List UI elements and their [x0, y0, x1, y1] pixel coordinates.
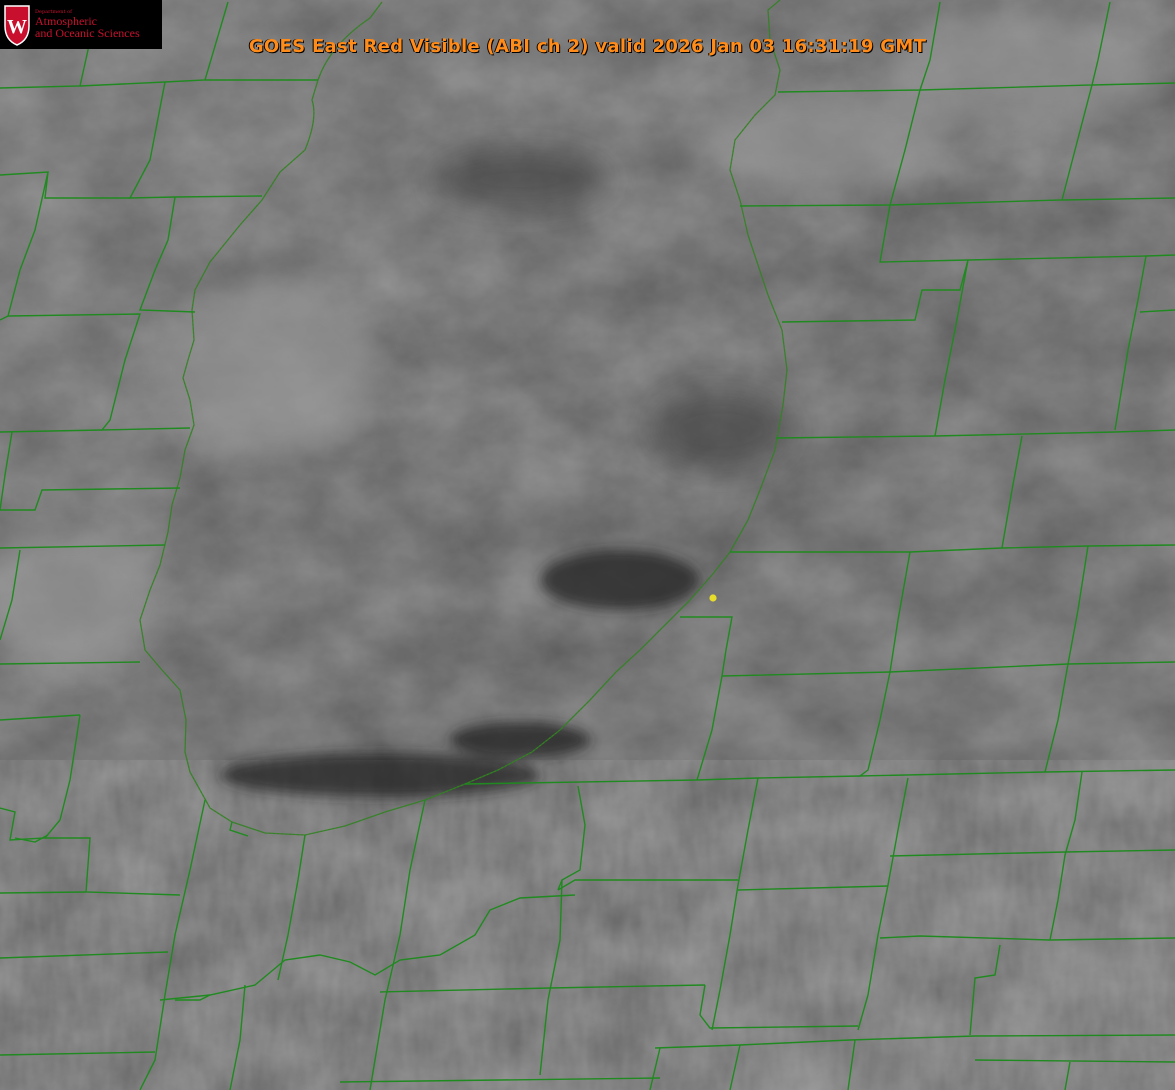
image-title: GOES East Red Visible (ABI ch 2) valid 2…: [248, 36, 927, 57]
satellite-map: [0, 0, 1175, 1090]
location-marker-icon: [709, 594, 717, 602]
svg-text:W: W: [7, 16, 27, 38]
